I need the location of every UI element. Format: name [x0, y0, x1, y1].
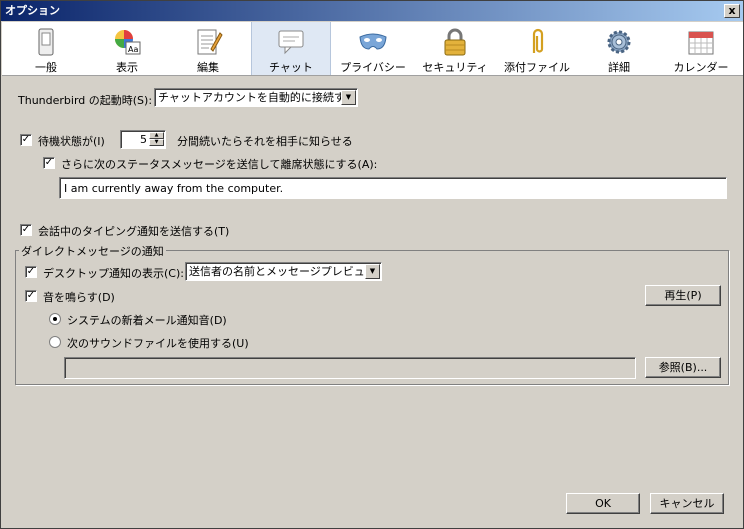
idle-suffix-label: 分間続いたらそれを相手に知らせる — [177, 135, 353, 148]
custom-sound-radio[interactable] — [49, 336, 61, 348]
idle-minutes-value: 5 — [140, 133, 147, 146]
startup-select-value: チャットアカウントを自動的に接続する — [158, 91, 356, 104]
desktop-notify-select-value: 送信者の名前とメッセージプレビュー — [189, 265, 376, 278]
tab-label: 編集 — [197, 61, 219, 74]
custom-sound-label: 次のサウンドファイルを使用する(U) — [67, 337, 249, 350]
ok-button[interactable]: OK — [566, 493, 640, 514]
calendar-icon — [688, 31, 714, 55]
tab-compose[interactable]: 編集 — [168, 22, 248, 75]
away-checkbox[interactable]: ✓ — [43, 157, 55, 169]
typing-label: 会話中のタイピング通知を送信する(T) — [38, 225, 230, 238]
sound-label: 音を鳴らす(D) — [43, 291, 115, 304]
notepad-icon — [197, 29, 223, 55]
tab-chat[interactable]: チャット — [251, 22, 331, 75]
tab-attachments[interactable]: 添付ファイル — [497, 22, 577, 75]
away-message-value: I am currently away from the computer. — [64, 182, 284, 195]
browse-button[interactable]: 参照(B)... — [645, 357, 721, 378]
tab-security[interactable]: セキュリティ — [415, 22, 495, 75]
category-toolbar: 一般 Aa 表示 編集 チャット プライバシー セキュリティ 添付ファイル 詳細… — [2, 22, 743, 76]
tab-general[interactable]: 一般 — [6, 22, 86, 75]
mask-icon — [359, 33, 387, 50]
system-sound-radio[interactable] — [49, 313, 61, 325]
close-button[interactable]: x — [724, 4, 740, 18]
tab-label: 一般 — [35, 61, 57, 74]
system-sound-label: システムの新着メール通知音(D) — [67, 314, 227, 327]
svg-text:Aa: Aa — [128, 45, 138, 54]
away-label: さらに次のステータスメッセージを送信して離席状態にする(A): — [61, 158, 378, 171]
play-button[interactable]: 再生(P) — [645, 285, 721, 306]
tab-privacy[interactable]: プライバシー — [333, 22, 413, 75]
desktop-notify-checkbox[interactable]: ✓ — [25, 266, 37, 278]
chevron-down-icon[interactable]: ▼ — [365, 264, 380, 279]
window-title: オプション — [5, 4, 60, 17]
idle-label: 待機状態が(I) — [38, 135, 105, 148]
idle-minutes-stepper[interactable]: 5 ▲ ▼ — [120, 130, 166, 149]
desktop-notify-label: デスクトップ通知の表示(C): — [43, 267, 184, 280]
startup-select[interactable]: チャットアカウントを自動的に接続する ▼ — [154, 88, 358, 107]
custom-sound-path-field[interactable] — [64, 357, 636, 379]
startup-label: Thunderbird の起動時(S): — [18, 94, 153, 107]
tab-display[interactable]: Aa 表示 — [87, 22, 167, 75]
sound-checkbox[interactable]: ✓ — [25, 290, 37, 302]
chevron-down-icon[interactable]: ▼ — [341, 90, 356, 105]
tab-label: 表示 — [116, 61, 138, 74]
tab-label: カレンダー — [673, 61, 729, 74]
tab-label: 添付ファイル — [504, 61, 570, 74]
options-window: オプション x 一般 Aa 表示 編集 チャット プライバシー セキュリティ 添… — [0, 0, 744, 529]
stepper-up-icon[interactable]: ▲ — [149, 132, 164, 139]
padlock-icon — [444, 28, 466, 56]
stepper-down-icon[interactable]: ▼ — [149, 139, 164, 146]
tab-label: セキュリティ — [422, 61, 488, 74]
dm-group-title: ダイレクトメッセージの通知 — [19, 243, 166, 259]
tab-calendar[interactable]: カレンダー — [661, 22, 741, 75]
typing-checkbox[interactable]: ✓ — [20, 224, 32, 236]
paperclip-icon — [532, 28, 544, 53]
tab-label: チャット — [269, 61, 313, 74]
speech-bubble-icon — [278, 30, 304, 55]
tab-label: 詳細 — [608, 61, 630, 74]
title-bar: オプション x — [1, 1, 743, 21]
cancel-button[interactable]: キャンセル — [650, 493, 724, 514]
tab-advanced[interactable]: 詳細 — [579, 22, 659, 75]
idle-checkbox[interactable]: ✓ — [20, 134, 32, 146]
tab-label: プライバシー — [340, 61, 406, 74]
switch-icon — [38, 28, 54, 56]
away-message-field[interactable]: I am currently away from the computer. — [59, 177, 727, 199]
colors-fonts-icon: Aa — [115, 30, 141, 55]
desktop-notify-select[interactable]: 送信者の名前とメッセージプレビュー ▼ — [185, 262, 382, 281]
gear-icon — [607, 30, 631, 54]
